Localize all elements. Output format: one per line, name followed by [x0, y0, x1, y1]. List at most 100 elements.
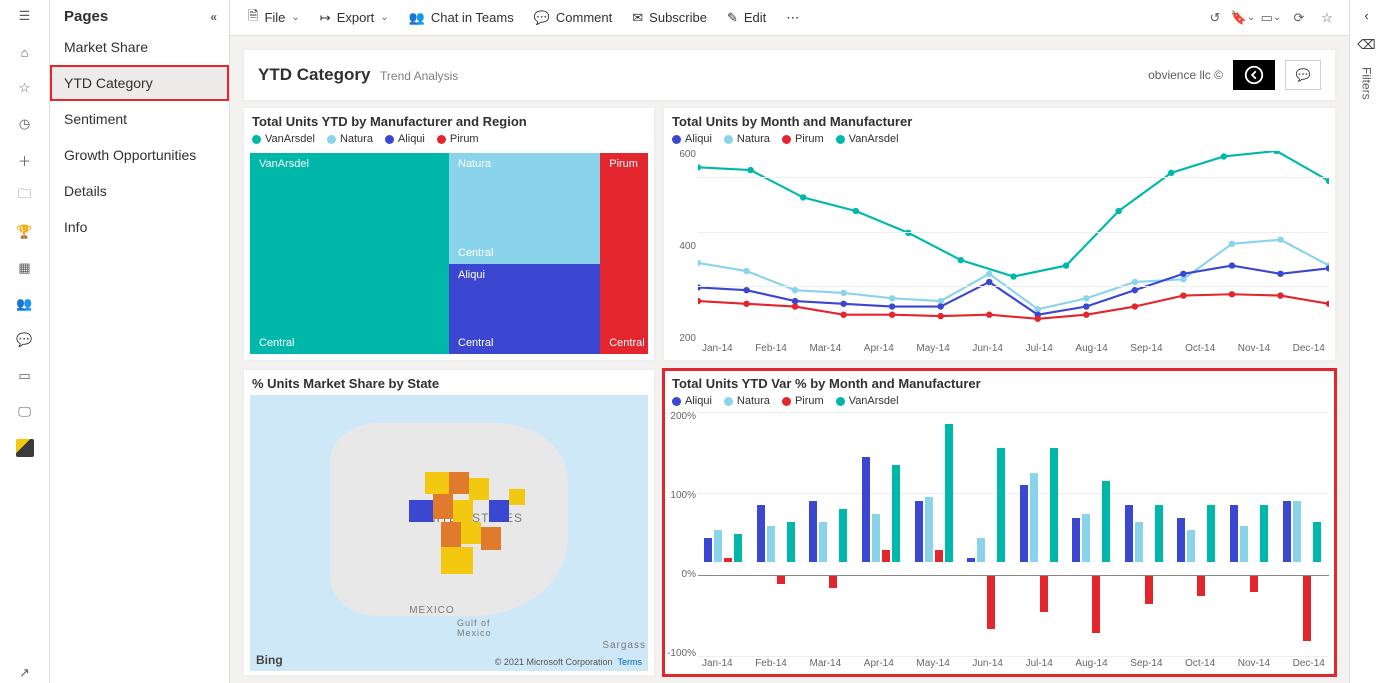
legend-item[interactable]: Aliqui: [672, 133, 712, 145]
apps-icon[interactable]: ▦: [15, 258, 35, 278]
bar[interactable]: [714, 530, 722, 563]
bar[interactable]: [1050, 448, 1058, 562]
bar[interactable]: [945, 424, 953, 562]
page-tab-market-share[interactable]: Market Share: [50, 29, 229, 65]
treemap-node[interactable]: NaturaCentral: [449, 153, 600, 264]
legend-item[interactable]: Pirum: [437, 133, 479, 145]
home-icon[interactable]: ⌂: [15, 42, 35, 62]
more-options-button[interactable]: ⋯: [778, 6, 807, 30]
treemap-node[interactable]: AliquiCentral: [449, 264, 600, 354]
page-tab-growth-opportunities[interactable]: Growth Opportunities: [50, 137, 229, 173]
datasets-icon[interactable]: 🗀: [15, 186, 35, 206]
shared-icon[interactable]: 👥: [15, 294, 35, 314]
treemap-tile[interactable]: Total Units YTD by Manufacturer and Regi…: [244, 108, 654, 360]
bar[interactable]: [977, 538, 985, 562]
bar[interactable]: [1082, 514, 1090, 563]
pbi-logo[interactable]: [15, 438, 35, 458]
legend-item[interactable]: VanArsdel: [836, 395, 899, 407]
bar[interactable]: [1293, 501, 1301, 562]
bar[interactable]: [987, 576, 995, 629]
workspaces-icon[interactable]: ▭: [15, 366, 35, 386]
line-chart-tile[interactable]: Total Units by Month and Manufacturer Al…: [664, 108, 1335, 360]
legend-item[interactable]: VanArsdel: [252, 133, 315, 145]
recent-icon[interactable]: ◷: [15, 114, 35, 134]
expand-filters-icon[interactable]: ‹: [1364, 8, 1368, 23]
bar[interactable]: [1155, 505, 1163, 562]
bar[interactable]: [892, 465, 900, 563]
bar[interactable]: [862, 457, 870, 563]
bar[interactable]: [1230, 505, 1238, 562]
legend-item[interactable]: Natura: [724, 395, 770, 407]
bar[interactable]: [734, 534, 742, 562]
bar[interactable]: [757, 505, 765, 562]
menu-icon[interactable]: ☰: [15, 6, 35, 26]
bar[interactable]: [1283, 501, 1291, 562]
bar[interactable]: [1030, 473, 1038, 562]
bar[interactable]: [997, 448, 1005, 562]
legend-item[interactable]: Pirum: [782, 395, 824, 407]
workspace-icon[interactable]: 🖵: [15, 402, 35, 422]
bar[interactable]: [1240, 526, 1248, 563]
collapse-pages-icon[interactable]: «: [210, 10, 217, 24]
bar[interactable]: [1303, 576, 1311, 641]
bar[interactable]: [809, 501, 817, 562]
bar[interactable]: [967, 558, 975, 562]
legend-item[interactable]: Aliqui: [385, 133, 425, 145]
page-tab-info[interactable]: Info: [50, 209, 229, 245]
edit-button[interactable]: ✎ Edit: [719, 6, 774, 30]
bar[interactable]: [1040, 576, 1048, 613]
bar[interactable]: [1207, 505, 1215, 562]
bar[interactable]: [1145, 576, 1153, 604]
map-terms-link[interactable]: Terms: [618, 657, 643, 667]
file-menu[interactable]: 🗎 File ⌄: [240, 3, 308, 33]
treemap-node[interactable]: VanArsdelCentral: [250, 153, 449, 354]
filters-pane[interactable]: ‹ ⌫ Filters: [1349, 0, 1383, 683]
bar[interactable]: [882, 550, 890, 562]
bookmark-icon[interactable]: 🔖⌄: [1231, 6, 1255, 30]
subscribe-button[interactable]: ✉ Subscribe: [624, 6, 715, 30]
chat-teams-button[interactable]: 👥 Chat in Teams: [401, 6, 522, 30]
bar[interactable]: [767, 526, 775, 563]
bar[interactable]: [1187, 530, 1195, 563]
comment-button[interactable]: 💬 Comment: [526, 6, 621, 30]
bar[interactable]: [1250, 576, 1258, 592]
bar[interactable]: [1197, 576, 1205, 596]
bar[interactable]: [724, 558, 732, 562]
favorite-icon[interactable]: ☆: [15, 78, 35, 98]
page-tab-sentiment[interactable]: Sentiment: [50, 101, 229, 137]
star-icon[interactable]: ☆: [1315, 6, 1339, 30]
bar[interactable]: [1125, 505, 1133, 562]
bar[interactable]: [1102, 481, 1110, 562]
legend-item[interactable]: Natura: [724, 133, 770, 145]
bar[interactable]: [1072, 518, 1080, 563]
map-tile[interactable]: % Units Market Share by State UNITED STA…: [244, 370, 654, 675]
bar[interactable]: [829, 576, 837, 588]
legend-item[interactable]: VanArsdel: [836, 133, 899, 145]
bar[interactable]: [1092, 576, 1100, 633]
bar[interactable]: [819, 522, 827, 563]
create-icon[interactable]: ＋: [15, 150, 35, 170]
view-icon[interactable]: ▭⌄: [1259, 6, 1283, 30]
bar[interactable]: [704, 538, 712, 562]
bar[interactable]: [777, 576, 785, 584]
comment-pane-icon[interactable]: 💬: [1285, 60, 1321, 90]
page-tab-details[interactable]: Details: [50, 173, 229, 209]
treemap-node[interactable]: PirumCentral: [600, 153, 648, 354]
goals-icon[interactable]: 🏆: [15, 222, 35, 242]
bar[interactable]: [872, 514, 880, 563]
export-menu[interactable]: ↦ Export ⌄: [312, 6, 397, 30]
bar[interactable]: [1177, 518, 1185, 563]
bar[interactable]: [925, 497, 933, 562]
bar[interactable]: [935, 550, 943, 562]
bar[interactable]: [1135, 522, 1143, 563]
bar[interactable]: [1260, 505, 1268, 562]
legend-item[interactable]: Pirum: [782, 133, 824, 145]
reset-icon[interactable]: ↺: [1203, 6, 1227, 30]
learn-icon[interactable]: 💬: [15, 330, 35, 350]
legend-item[interactable]: Aliqui: [672, 395, 712, 407]
bar[interactable]: [787, 522, 795, 563]
bar[interactable]: [915, 501, 923, 562]
legend-item[interactable]: Natura: [327, 133, 373, 145]
get-data-icon[interactable]: ↗: [15, 663, 35, 683]
bar-chart-tile[interactable]: Total Units YTD Var % by Month and Manuf…: [664, 370, 1335, 675]
